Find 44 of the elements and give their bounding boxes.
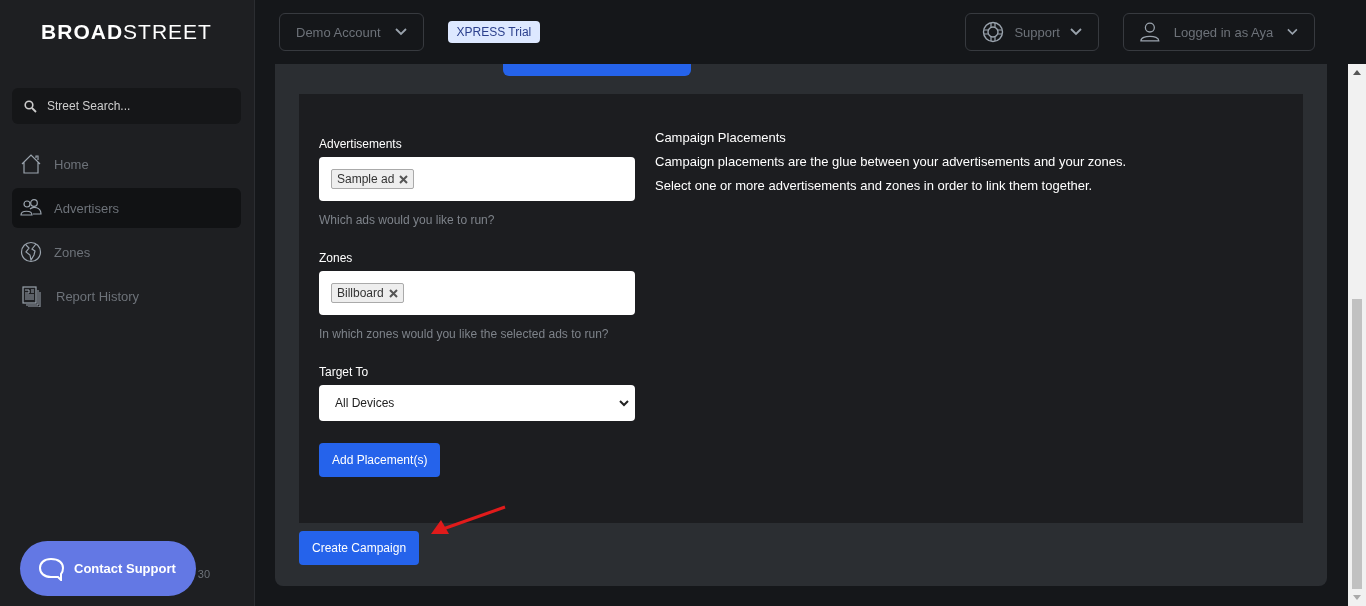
chevron-down-icon xyxy=(394,28,407,36)
brand-logo: BROADSTREET xyxy=(40,19,213,45)
search-field[interactable]: Street Search... xyxy=(12,88,241,124)
nav-item[interactable]: Zones xyxy=(12,232,241,272)
info-text: Campaign placements are the glue between your advertisements and your zones. xyxy=(655,153,1127,171)
chevron-down-icon xyxy=(1287,28,1298,36)
globe-icon xyxy=(20,241,42,263)
remove-icon[interactable] xyxy=(388,288,398,298)
people-icon xyxy=(20,199,42,217)
nav-item[interactable]: Report History xyxy=(12,276,241,316)
tag-chip: Sample ad xyxy=(331,169,415,189)
chat-bubble-icon xyxy=(38,556,64,581)
user-icon xyxy=(1140,21,1160,43)
remove-icon[interactable] xyxy=(399,174,409,184)
create-campaign-button[interactable]: Create Campaign xyxy=(299,531,420,565)
scrollbar[interactable] xyxy=(1348,64,1366,606)
nav-item[interactable]: Home xyxy=(12,144,241,184)
trial-badge: XPRESS Trial xyxy=(447,21,541,43)
help-text: In which zones would you like the selected ads to run? xyxy=(319,327,610,341)
search-icon xyxy=(24,99,37,113)
scroll-up-icon[interactable] xyxy=(1353,70,1361,75)
house-icon xyxy=(20,154,42,174)
nav-item[interactable]: Advertisers xyxy=(12,188,241,228)
target-select[interactable]: All Devices xyxy=(319,385,635,421)
user-dropdown[interactable]: Logged in as Aya xyxy=(1123,13,1315,51)
tag-chip: Billboard xyxy=(331,283,404,303)
lifebuoy-icon xyxy=(982,21,1005,43)
info-title: Campaign Placements xyxy=(655,129,787,147)
tags-field[interactable]: Billboard xyxy=(319,271,635,315)
info-text: Select one or more advertisements and zones in order to link them together. xyxy=(655,177,1094,195)
chevron-down-icon xyxy=(619,399,629,407)
add-placement-button[interactable]: Add Placement(s) xyxy=(319,443,441,477)
help-text: Which ads would you like to run? xyxy=(319,213,496,227)
contact-support-button[interactable]: Contact Support xyxy=(20,541,196,596)
account-dropdown[interactable]: Demo Account xyxy=(279,13,424,51)
tags-field[interactable]: Sample ad xyxy=(319,157,635,201)
chevron-down-icon xyxy=(1070,28,1082,36)
support-dropdown[interactable]: Support xyxy=(965,13,1099,51)
search-input[interactable]: Street Search... xyxy=(45,98,229,114)
field-label: Advertisements xyxy=(319,137,403,151)
field-label: Target To xyxy=(319,365,370,379)
version-text: 30 xyxy=(197,567,211,580)
newspaper-icon xyxy=(20,285,42,307)
field-label: Zones xyxy=(319,251,354,265)
